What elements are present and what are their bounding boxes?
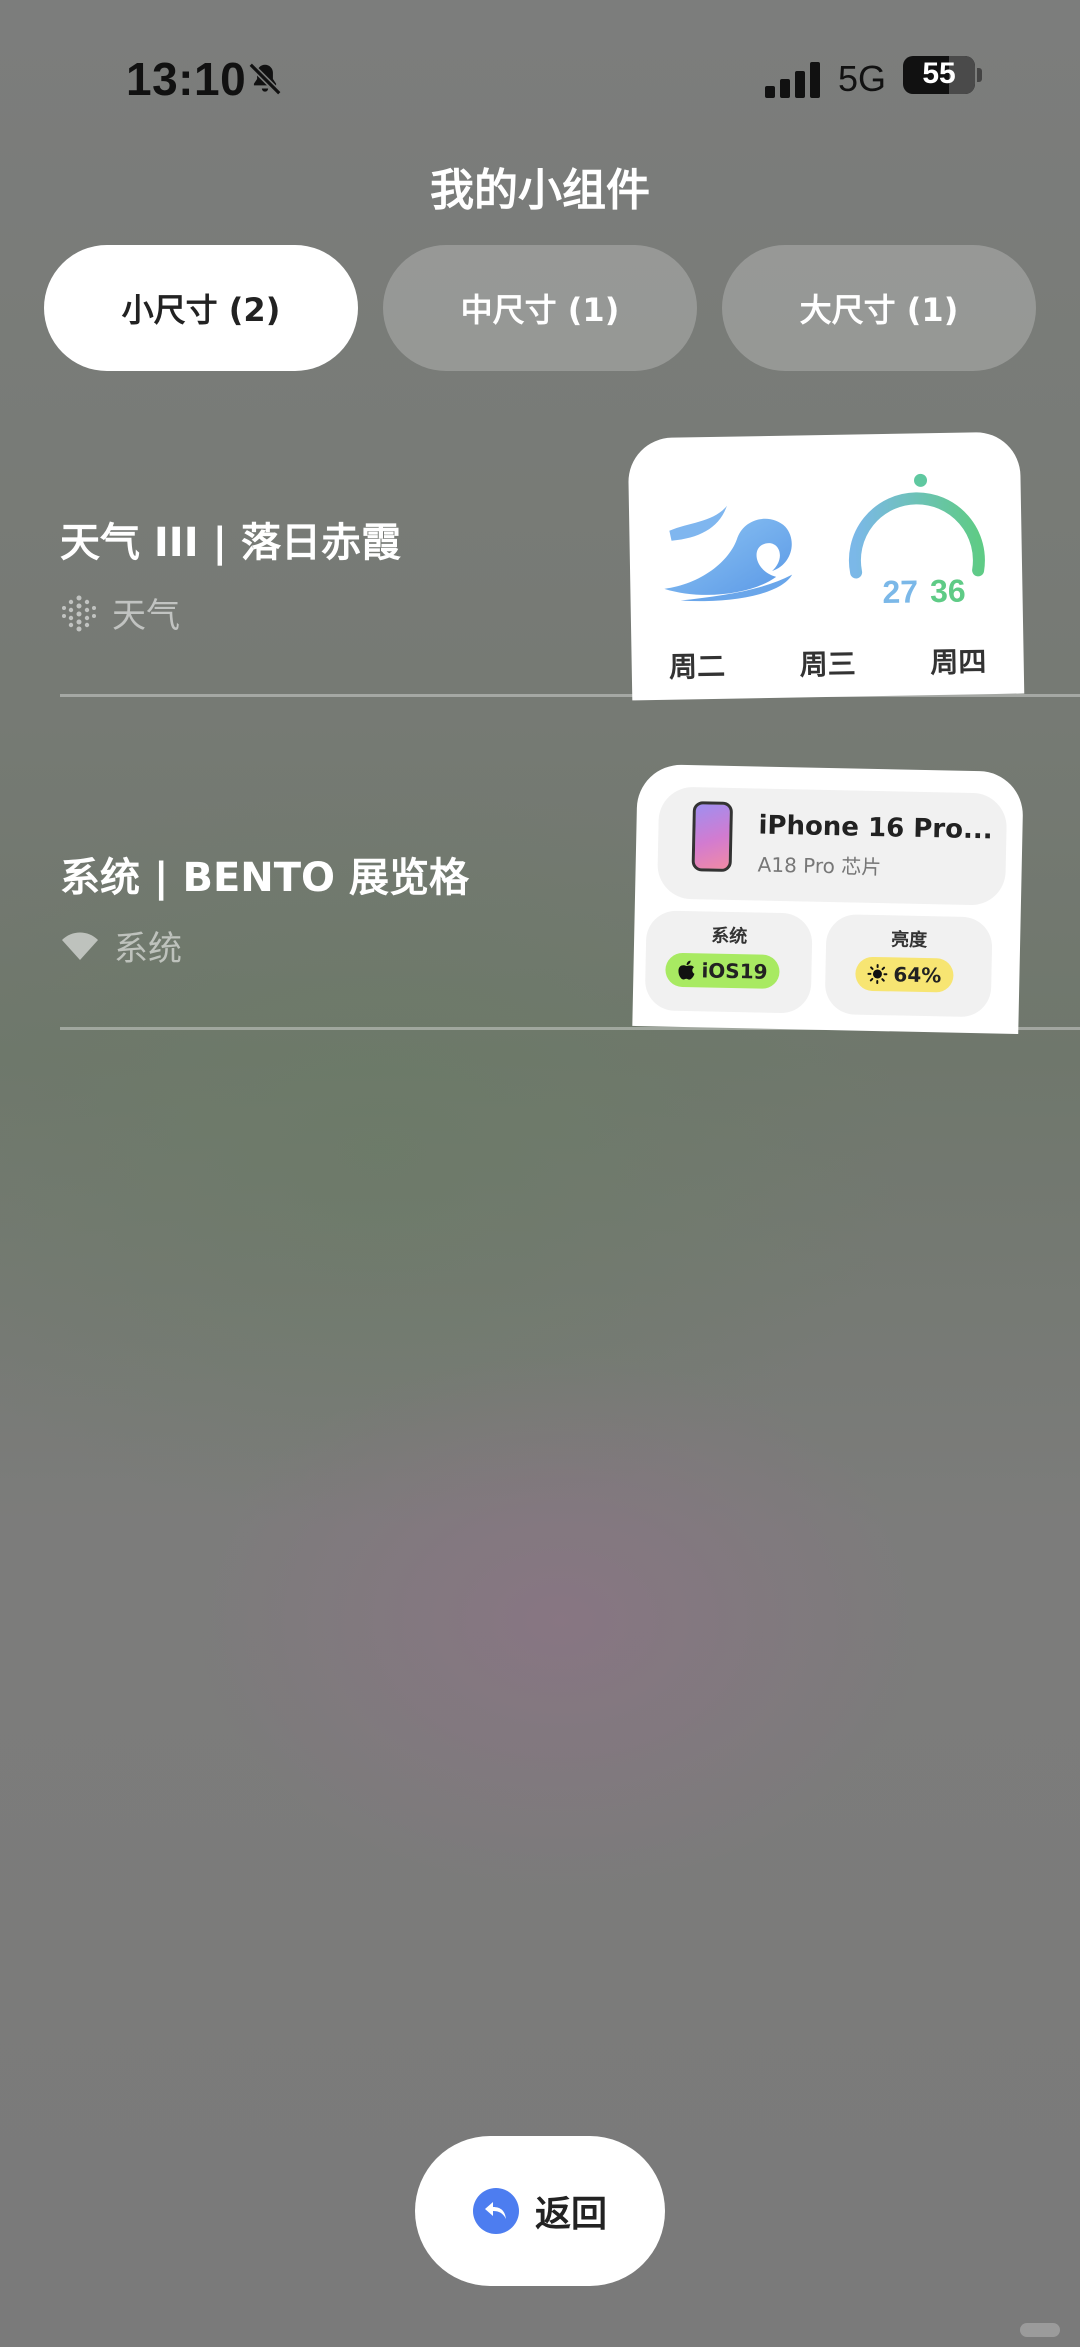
widget-category: 天气: [60, 588, 180, 637]
cellular-signal-icon: [765, 62, 820, 98]
brightness-value: 64%: [893, 962, 942, 988]
temperature-gauge-icon: [848, 470, 985, 579]
brightness-pill: 64%: [855, 956, 954, 993]
status-time: 13:10: [126, 53, 247, 105]
sun-icon: [867, 964, 888, 985]
watermark: [1020, 2323, 1060, 2337]
temp-high: 36: [929, 572, 966, 610]
brightness-cell: 亮度 64%: [824, 913, 993, 1018]
weather-widget-preview[interactable]: 27 36 周二 周三 周四: [627, 431, 1025, 701]
status-bar: 13:10 5G 55: [0, 52, 1080, 112]
back-arrow-icon: [472, 2188, 519, 2234]
row-divider: [60, 1027, 1080, 1030]
battery-icon: 55: [903, 56, 975, 94]
weather-dots-icon: [62, 595, 96, 631]
system-cell: 系统 iOS19: [644, 910, 813, 1014]
battery-level: 55: [922, 57, 956, 90]
device-chip: A18 Pro 芯片: [757, 852, 882, 880]
system-label: 系统: [710, 925, 748, 948]
apple-icon: [678, 960, 695, 980]
tab-large[interactable]: 大尺寸 (1): [722, 245, 1036, 371]
day-label: 周四: [930, 645, 987, 680]
widget-category-label: 天气: [112, 596, 180, 636]
page-title: 我的小组件: [430, 165, 650, 216]
device-name: iPhone 16 Pro...: [758, 810, 993, 846]
tab-small[interactable]: 小尺寸 (2): [44, 245, 358, 371]
widget-title: 天气 III | 落日赤霞: [60, 520, 402, 566]
size-tabs: 小尺寸 (2) 中尺寸 (1) 大尺寸 (1): [44, 245, 1036, 371]
day-label: 周三: [799, 647, 856, 682]
back-button[interactable]: 返回: [415, 2136, 665, 2286]
phone-icon: [691, 801, 734, 872]
day-label: 周二: [668, 649, 726, 684]
wifi-icon: [62, 932, 98, 960]
system-version-pill: iOS19: [665, 952, 780, 989]
temperature-range: 27 36: [882, 573, 966, 611]
device-info-panel: iPhone 16 Pro... A18 Pro 芯片: [656, 786, 1008, 906]
network-type: 5G: [838, 58, 887, 99]
widget-title: 系统 | BENTO 展览格: [60, 855, 469, 901]
temp-low: 27: [882, 573, 919, 611]
widget-category-label: 系统: [114, 929, 182, 969]
bento-widget-preview[interactable]: iPhone 16 Pro... A18 Pro 芯片 系统 iOS19 亮度 …: [632, 763, 1024, 1035]
forecast-days: 周二 周三 周四: [631, 640, 1024, 687]
wind-wave-icon: [664, 505, 793, 602]
brightness-label: 亮度: [890, 929, 928, 952]
row-divider: [60, 694, 1080, 697]
system-version: iOS19: [701, 958, 768, 984]
back-label: 返回: [534, 2194, 607, 2235]
widget-category: 系统: [60, 921, 182, 970]
bell-mute-icon: [248, 62, 282, 96]
battery-tip: [977, 68, 982, 82]
tab-medium[interactable]: 中尺寸 (1): [383, 245, 697, 371]
